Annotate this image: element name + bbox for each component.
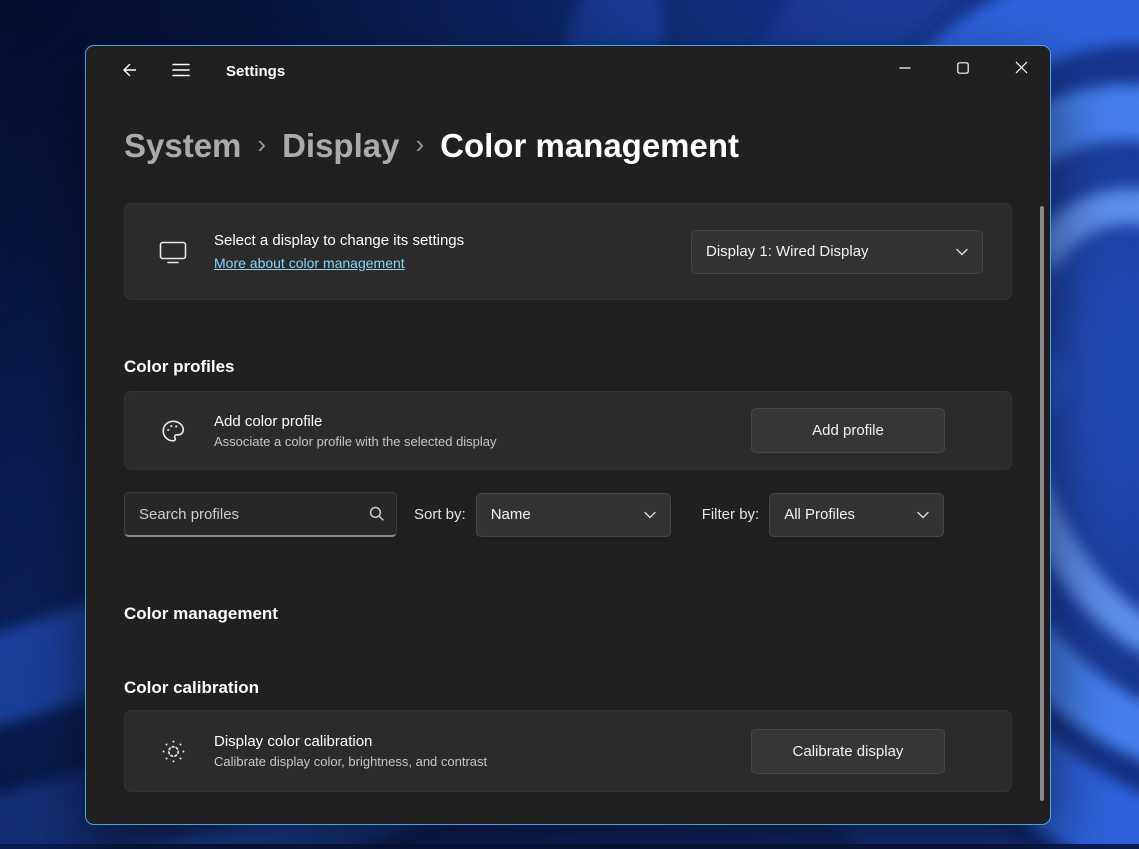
- monitor-icon: [158, 240, 188, 264]
- chevron-down-icon: [644, 506, 656, 523]
- color-calibration-heading: Color calibration: [124, 678, 1012, 698]
- breadcrumb-system[interactable]: System: [124, 126, 241, 166]
- breadcrumb: System › Display › Color management: [124, 126, 1012, 166]
- search-icon: [368, 505, 385, 527]
- color-management-heading: Color management: [124, 604, 1012, 624]
- filter-by-dropdown[interactable]: All Profiles: [769, 493, 944, 537]
- page-title: Color management: [440, 126, 739, 166]
- more-about-color-management-link[interactable]: More about color management: [214, 255, 464, 271]
- titlebar: Settings: [86, 46, 1050, 96]
- breadcrumb-chevron-icon: ›: [415, 124, 424, 164]
- search-box: [124, 492, 397, 537]
- display-color-calibration-title: Display color calibration: [214, 733, 487, 750]
- vertical-scrollbar-thumb[interactable]: [1040, 206, 1044, 801]
- breadcrumb-display[interactable]: Display: [282, 126, 399, 166]
- display-select-dropdown[interactable]: Display 1: Wired Display: [691, 230, 983, 274]
- chevron-down-icon: [917, 506, 929, 523]
- sort-by-label: Sort by:: [414, 506, 466, 523]
- display-color-calibration-card: Display color calibration Calibrate disp…: [124, 710, 1012, 792]
- back-button[interactable]: [110, 54, 148, 88]
- close-icon: [1015, 61, 1028, 77]
- display-color-calibration-description: Calibrate display color, brightness, and…: [214, 754, 487, 769]
- navigation-menu-button[interactable]: [162, 54, 200, 88]
- search-input[interactable]: [124, 492, 397, 537]
- display-selector-title: Select a display to change its settings: [214, 232, 464, 249]
- sort-by-dropdown[interactable]: Name: [476, 493, 671, 537]
- add-color-profile-title: Add color profile: [214, 413, 497, 430]
- back-arrow-icon: [121, 62, 138, 81]
- brightness-sun-icon: [158, 738, 188, 765]
- display-select-value: Display 1: Wired Display: [706, 243, 869, 260]
- display-selector-card: Select a display to change its settings …: [124, 203, 1012, 300]
- minimize-icon: [899, 62, 911, 77]
- add-color-profile-card: Add color profile Associate a color prof…: [124, 391, 1012, 470]
- minimize-button[interactable]: [876, 46, 934, 92]
- app-title: Settings: [226, 63, 285, 80]
- settings-window: Settings System › Display: [85, 45, 1051, 825]
- maximize-icon: [957, 62, 969, 77]
- page-content: System › Display › Color management Sele…: [86, 126, 1050, 792]
- color-profiles-heading: Color profiles: [124, 357, 1012, 377]
- profiles-filter-row: Sort by: Name Filter by: All Profiles: [124, 492, 1012, 537]
- add-color-profile-description: Associate a color profile with the selec…: [214, 434, 497, 449]
- calibrate-display-button[interactable]: Calibrate display: [751, 729, 945, 774]
- breadcrumb-chevron-icon: ›: [257, 124, 266, 164]
- maximize-button[interactable]: [934, 46, 992, 92]
- window-controls: [876, 46, 1050, 92]
- filter-by-label: Filter by:: [702, 506, 760, 523]
- close-button[interactable]: [992, 46, 1050, 92]
- hamburger-icon: [172, 63, 190, 80]
- chevron-down-icon: [956, 243, 968, 260]
- filter-by-value: All Profiles: [784, 506, 855, 523]
- palette-icon: [158, 418, 188, 444]
- sort-by-value: Name: [491, 506, 531, 523]
- add-profile-button[interactable]: Add profile: [751, 408, 945, 453]
